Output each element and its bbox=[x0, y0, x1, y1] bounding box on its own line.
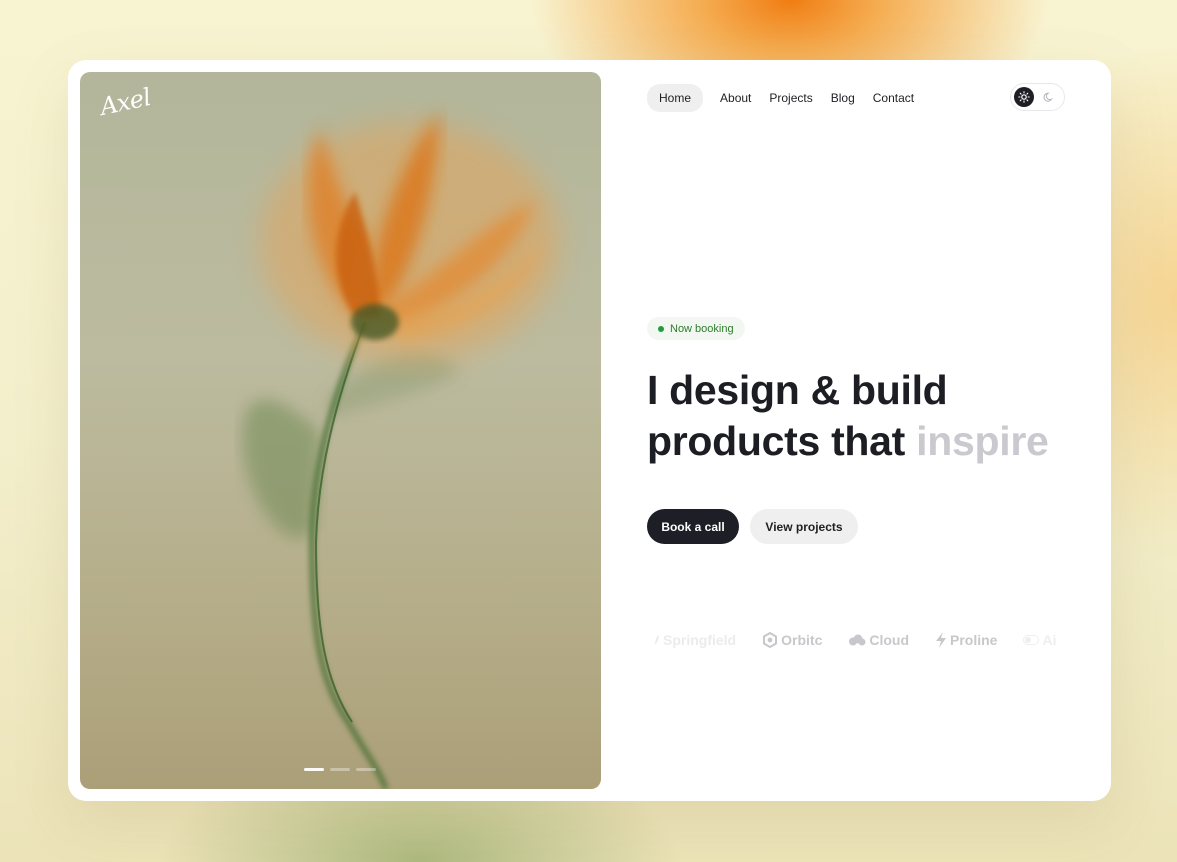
client-logos: Springfield Orbitc Cloud Proline Ai bbox=[654, 632, 1056, 648]
main-card: Axel Home About Projects Blog Contact No… bbox=[68, 60, 1111, 801]
cloud-icon bbox=[849, 634, 866, 646]
nav-about[interactable]: About bbox=[711, 85, 760, 111]
headline-line1: I design & build bbox=[647, 367, 948, 413]
hero-image: Axel bbox=[80, 72, 601, 789]
status-badge: Now booking bbox=[647, 317, 745, 340]
carousel-dot[interactable] bbox=[330, 768, 350, 771]
dark-mode-button[interactable] bbox=[1039, 87, 1059, 107]
bolt-icon bbox=[936, 632, 947, 648]
brand-springfield: Springfield bbox=[654, 632, 736, 648]
toggle-icon bbox=[1023, 635, 1040, 645]
theme-toggle[interactable] bbox=[1010, 83, 1065, 111]
flower-illustration bbox=[242, 112, 560, 789]
sun-icon bbox=[1018, 91, 1030, 103]
brand-cloud: Cloud bbox=[848, 632, 909, 648]
page-title: I design & build products that inspire bbox=[647, 365, 1087, 467]
carousel-dot[interactable] bbox=[304, 768, 324, 771]
nav-contact[interactable]: Contact bbox=[864, 85, 923, 111]
headline-highlight: inspire bbox=[916, 418, 1049, 464]
view-projects-button[interactable]: View projects bbox=[750, 509, 858, 544]
brand-proline: Proline bbox=[935, 632, 997, 648]
headline-line2: products that bbox=[647, 418, 906, 464]
nav-blog[interactable]: Blog bbox=[822, 85, 864, 111]
nav-home[interactable]: Home bbox=[647, 84, 704, 112]
carousel-dots bbox=[304, 768, 376, 771]
status-dot bbox=[658, 325, 664, 332]
orbit-icon bbox=[763, 632, 778, 648]
leaf-icon bbox=[655, 635, 659, 645]
brand-ai: Ai bbox=[1023, 632, 1056, 648]
nav-projects[interactable]: Projects bbox=[760, 85, 821, 111]
moon-icon bbox=[1043, 92, 1053, 102]
light-mode-button[interactable] bbox=[1014, 87, 1034, 107]
book-call-button[interactable]: Book a call bbox=[647, 509, 739, 544]
carousel-dot[interactable] bbox=[356, 768, 376, 771]
brand-orbitc: Orbitc bbox=[762, 632, 822, 648]
main-nav: Home About Projects Blog Contact bbox=[647, 84, 923, 112]
status-badge-label: Now booking bbox=[670, 322, 734, 335]
